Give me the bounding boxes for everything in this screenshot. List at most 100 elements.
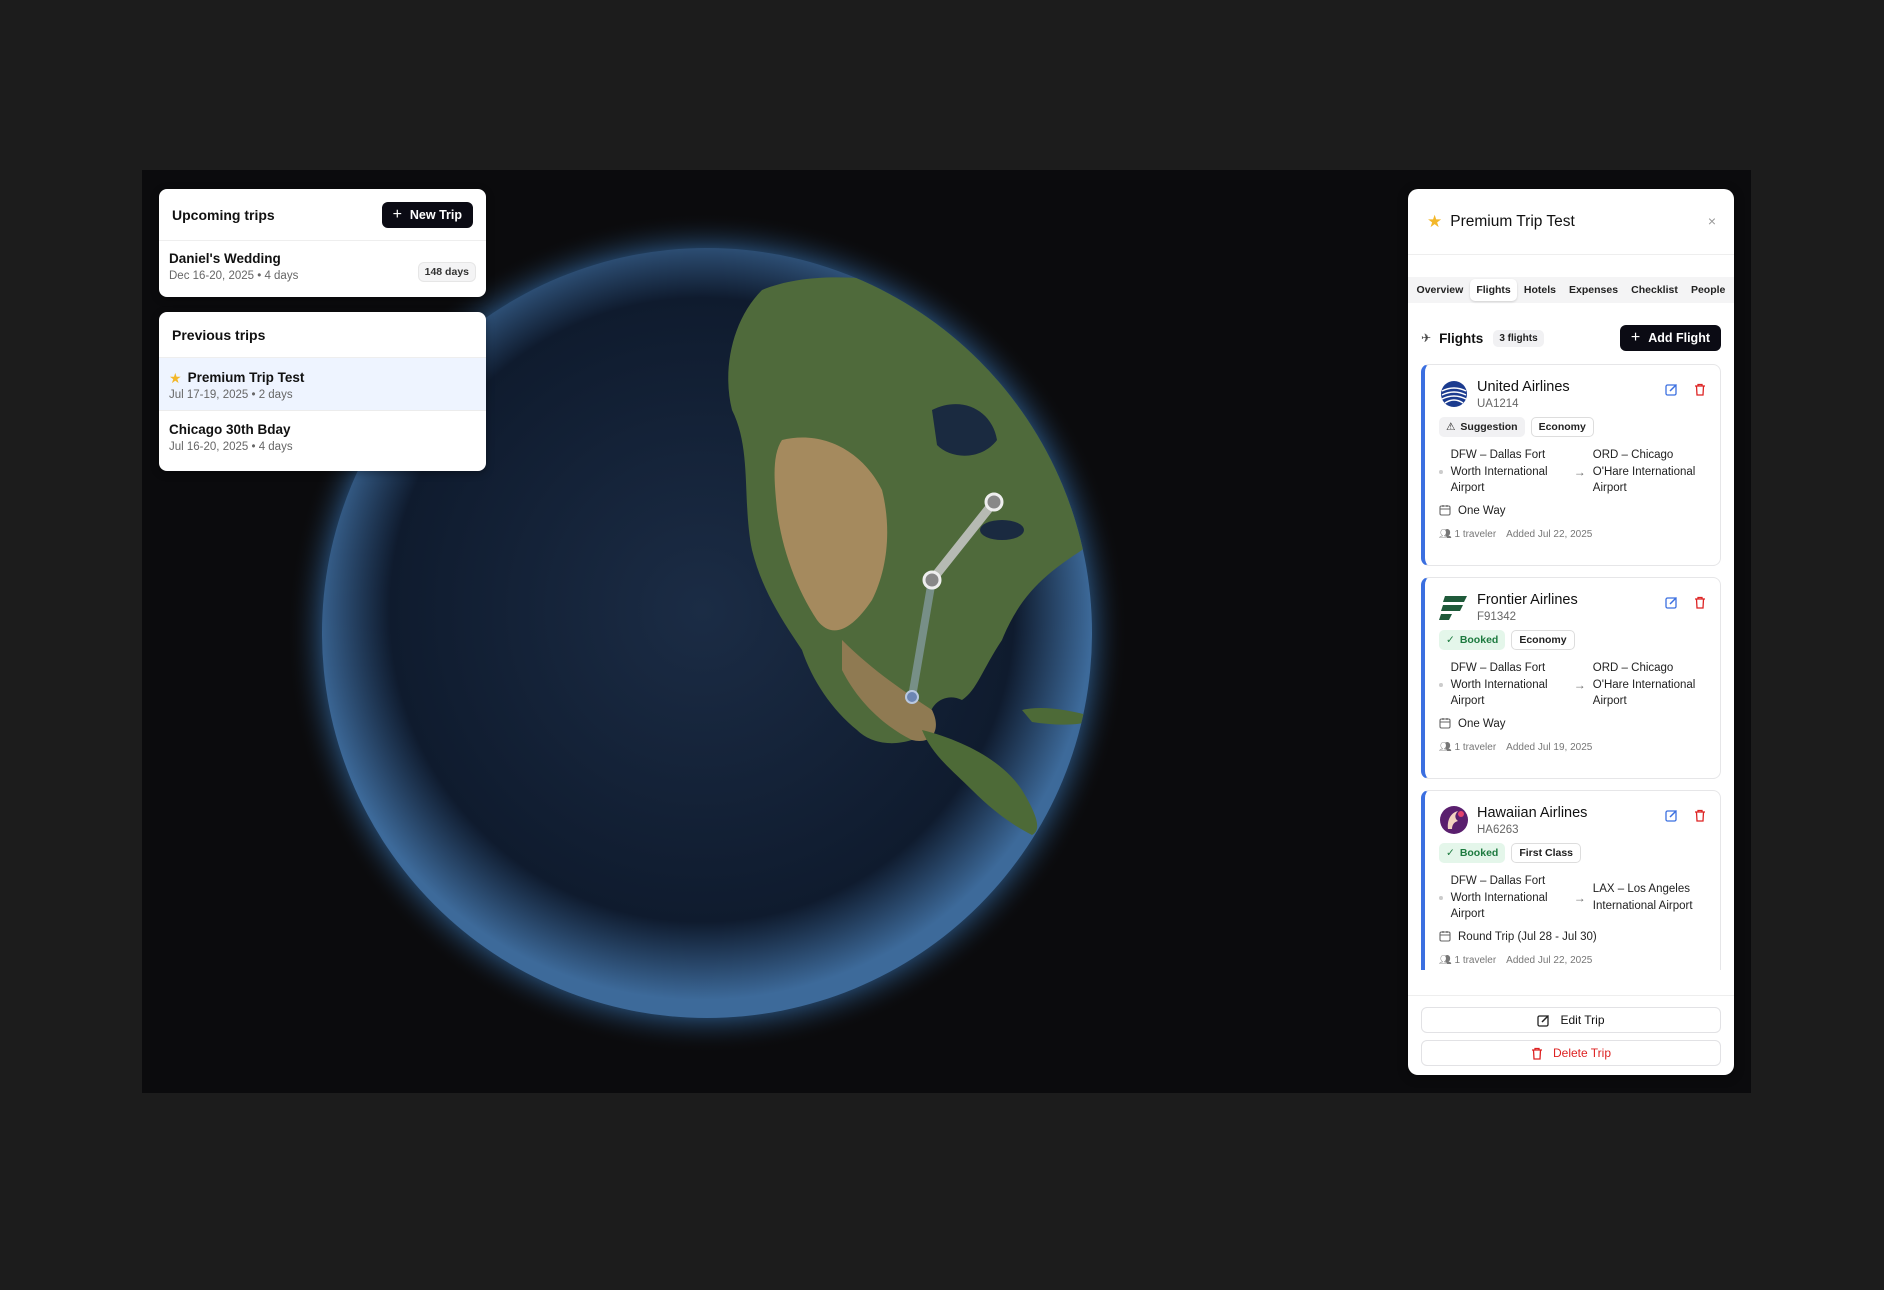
flight-route: DFW – Dallas Fort Worth International Ai… [1439,873,1708,923]
trip-type: One Way [1458,505,1506,517]
flight-card[interactable]: United Airlines UA1214 ⚠ Suggestion Econ… [1421,364,1721,566]
add-flight-label: Add Flight [1648,331,1710,345]
airline-name: United Airlines [1477,379,1570,395]
arrow-right-icon: → [1573,464,1586,479]
add-flight-button[interactable]: + Add Flight [1619,325,1721,351]
warning-icon: ⚠ [1446,421,1456,433]
trash-icon[interactable] [1694,596,1706,609]
previous-trips-title: Previous trips [172,326,266,343]
route-point-dfw[interactable] [922,570,942,590]
class-badge: First Class [1511,843,1582,863]
tab-flights[interactable]: Flights [1470,279,1517,301]
trip-meta: Jul 17-19, 2025 • 2 days [169,389,293,401]
origin-airport: DFW – Dallas Fort Worth International Ai… [1450,662,1548,707]
previous-trips-card: Previous trips ★ Premium Trip Test Jul 1… [159,312,486,471]
class-badge: Economy [1511,630,1575,650]
travelers-count: 1 traveler [1454,954,1497,966]
calendar-icon [1439,930,1451,945]
delete-trip-label: Delete Trip [1552,1046,1612,1060]
calendar-icon [1439,504,1451,519]
hawaiian-airlines-logo [1440,806,1468,834]
trash-icon[interactable] [1694,809,1706,822]
destination-airport: LAX – Los Angeles International Airport [1592,883,1693,912]
plus-icon: + [1630,329,1641,346]
edit-trip-button[interactable]: Edit Trip [1421,1007,1721,1033]
travelers-count: 1 traveler [1454,741,1497,753]
calendar-icon [1439,717,1451,732]
flight-card[interactable]: Hawaiian Airlines HA6263 ✓ Booked First … [1421,790,1721,970]
flight-number: F91342 [1477,611,1517,623]
trip-tabs: Overview Flights Hotels Expenses Checkli… [1408,277,1734,303]
trip-item-chicago-30th-bday[interactable]: Chicago 30th Bday Jul 16-20, 2025 • 4 da… [159,411,486,462]
flights-title: Flights [1439,330,1484,346]
tab-checklist[interactable]: Checklist [1625,279,1684,301]
star-icon: ★ [1427,212,1443,231]
tab-overview[interactable]: Overview [1411,279,1470,301]
added-date: Added Jul 22, 2025 [1506,954,1593,966]
airline-name: Frontier Airlines [1477,592,1578,608]
flights-section-header: ✈ Flights 3 flights + Add Flight [1421,325,1721,351]
added-date: Added Jul 22, 2025 [1506,528,1593,540]
origin-airport: DFW – Dallas Fort Worth International Ai… [1450,875,1548,920]
arrow-right-icon: → [1573,890,1586,905]
tab-hotels[interactable]: Hotels [1518,279,1562,301]
flight-card[interactable]: Frontier Airlines F91342 ✓ Booked Econom… [1421,577,1721,779]
trash-icon [1531,1047,1542,1060]
flights-list[interactable]: United Airlines UA1214 ⚠ Suggestion Econ… [1421,364,1721,970]
destination-airport: ORD – Chicago O'Hare International Airpo… [1592,449,1696,494]
arrow-right-icon: → [1573,677,1586,692]
edit-icon[interactable] [1665,596,1678,609]
route-point-lax[interactable] [905,690,919,704]
upcoming-trips-header: Upcoming trips + New Trip [159,189,486,241]
check-circle-icon: ✓ [1446,634,1455,646]
edit-icon[interactable] [1665,383,1678,396]
origin-dot-icon [1439,895,1443,900]
plane-icon: ✈ [1421,331,1432,345]
origin-dot-icon [1439,682,1443,687]
star-icon: ★ [169,369,182,386]
edit-icon[interactable] [1665,809,1678,822]
new-trip-label: New Trip [409,207,462,222]
trip-detail-footer: Edit Trip Delete Trip [1408,995,1734,1075]
travelers-count: 1 traveler [1454,528,1497,540]
trip-detail-title: Premium Trip Test [1450,212,1575,230]
trip-type: Round Trip (Jul 28 - Jul 30) [1458,931,1597,943]
trip-type: One Way [1458,718,1506,730]
status-badge: ✓ Booked [1439,630,1506,650]
trip-name: Premium Trip Test [187,370,305,385]
upcoming-trips-title: Upcoming trips [172,206,275,223]
delete-trip-button[interactable]: Delete Trip [1421,1040,1721,1066]
flight-number: UA1214 [1477,398,1519,410]
new-trip-button[interactable]: + New Trip [381,201,473,228]
upcoming-trips-card: Upcoming trips + New Trip Daniel's Weddi… [159,189,486,297]
added-date: Added Jul 19, 2025 [1506,741,1593,753]
status-badge: ⚠ Suggestion [1439,417,1525,437]
route-point-ord[interactable] [984,492,1004,512]
tab-people[interactable]: People [1685,279,1731,301]
flight-route: DFW – Dallas Fort Worth International Ai… [1439,447,1708,497]
flight-route: DFW – Dallas Fort Worth International Ai… [1439,660,1708,710]
check-circle-icon: ✓ [1446,847,1455,859]
destination-airport: ORD – Chicago O'Hare International Airpo… [1592,662,1696,707]
trip-item-premium-trip-test[interactable]: ★ Premium Trip Test Jul 17-19, 2025 • 2 … [159,358,486,411]
airline-name: Hawaiian Airlines [1477,805,1588,821]
status-badge: ✓ Booked [1439,843,1506,863]
plus-icon: + [392,205,402,223]
class-badge: Economy [1530,417,1594,437]
users-icon: 👥︎ [1439,741,1452,753]
flight-number: HA6263 [1477,824,1519,836]
close-icon[interactable]: × [1708,213,1716,229]
previous-trips-header: Previous trips [159,312,486,358]
tab-expenses[interactable]: Expenses [1563,279,1624,301]
days-until-badge: 148 days [417,262,476,282]
trip-detail-header: ★ Premium Trip Test × [1408,189,1734,255]
frontier-airlines-logo [1439,596,1467,620]
edit-trip-label: Edit Trip [1560,1013,1605,1027]
flights-count-badge: 3 flights [1493,329,1544,347]
users-icon: 👥︎ [1439,954,1452,966]
trip-meta: Jul 16-20, 2025 • 4 days [169,441,293,453]
trip-item-daniels-wedding[interactable]: Daniel's Wedding Dec 16-20, 2025 • 4 day… [159,241,486,291]
trash-icon[interactable] [1694,383,1706,396]
trip-name: Chicago 30th Bday [169,422,291,437]
users-icon: 👥︎ [1439,528,1452,540]
